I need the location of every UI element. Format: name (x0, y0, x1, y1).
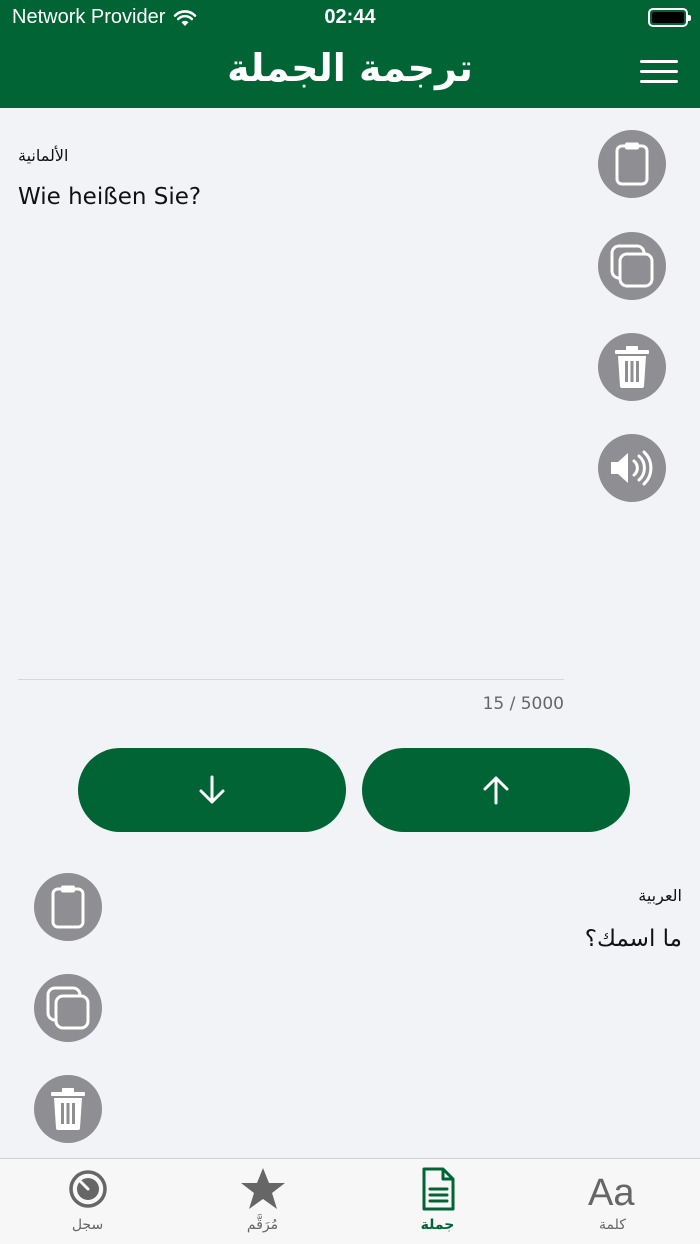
menu-icon[interactable] (640, 60, 678, 84)
target-text: ما اسمك؟ (584, 926, 682, 952)
text-format-icon: Aa (588, 1172, 635, 1209)
speak-button[interactable] (598, 434, 666, 502)
tab-sentence-label: جملة (420, 1217, 455, 1233)
divider (18, 679, 564, 680)
tab-history-label: سجل (71, 1217, 104, 1233)
page-title: ترجمة الجملة (227, 46, 473, 90)
trash-icon (51, 1088, 85, 1130)
clipboard-icon (615, 142, 649, 186)
tab-favorites[interactable]: مُرَقَّم (175, 1159, 350, 1244)
star-icon (240, 1168, 285, 1209)
paste-button[interactable] (598, 130, 666, 198)
history-icon (68, 1170, 107, 1208)
character-counter: 15 / 5000 (482, 694, 564, 714)
tab-word[interactable]: Aa كلمة (525, 1159, 700, 1244)
clipboard-icon (51, 885, 85, 929)
app-header: Network Provider 02:44 ترجمة الجملة (0, 0, 700, 108)
tab-sentence[interactable]: جملة (350, 1159, 525, 1244)
target-copy-button[interactable] (34, 974, 102, 1042)
source-panel: الألمانية Wie heißen Sie? 15 / 5000 (0, 114, 700, 734)
battery-icon (648, 8, 691, 27)
translate-up-button[interactable] (362, 748, 630, 832)
source-language-label[interactable]: الألمانية (18, 146, 68, 165)
delete-button[interactable] (598, 333, 666, 401)
target-delete-button[interactable] (34, 1075, 102, 1143)
copy-button[interactable] (598, 232, 666, 300)
copy-icon (610, 244, 654, 288)
tab-favorites-label: مُرَقَّم (246, 1217, 279, 1233)
target-language-label[interactable]: العربية (638, 886, 682, 905)
arrow-up-icon (483, 776, 509, 805)
trash-icon (615, 346, 649, 388)
status-bar: Network Provider 02:44 (0, 0, 700, 36)
tab-word-label: كلمة (599, 1217, 626, 1233)
svg-text:Aa: Aa (588, 1172, 635, 1209)
tab-history[interactable]: سجل (0, 1159, 175, 1244)
source-text-input[interactable]: Wie heißen Sie? (18, 184, 201, 210)
status-time: 02:44 (324, 6, 376, 28)
tab-bar: سجل مُرَقَّم جملة Aa كلمة (0, 1158, 700, 1244)
translate-down-button[interactable] (78, 748, 346, 832)
document-icon (422, 1167, 454, 1211)
arrow-down-icon (199, 775, 225, 804)
speaker-icon (611, 450, 653, 486)
target-paste-button[interactable] (34, 873, 102, 941)
copy-icon (46, 986, 90, 1030)
